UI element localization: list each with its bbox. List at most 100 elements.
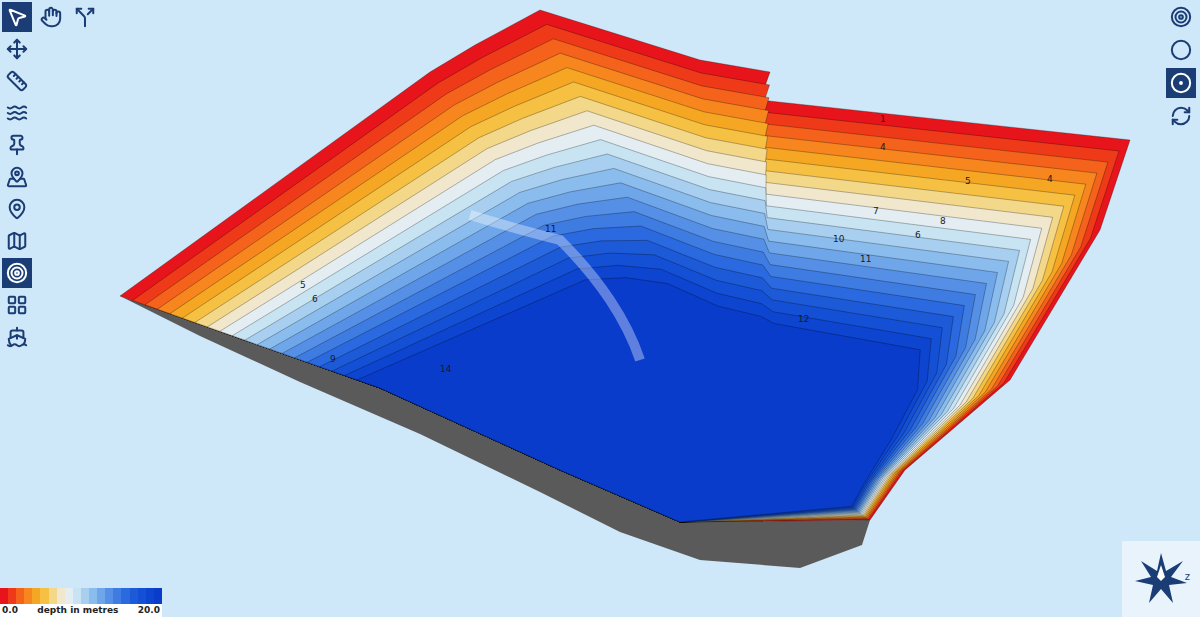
depth-band [170,68,1086,522]
contour-label: 7 [873,206,879,216]
contour-label: 6 [915,230,921,240]
legend-swatch [81,588,89,604]
contour-label: 8 [940,216,946,226]
tool-button[interactable] [2,162,32,192]
bathymetry-viewer: 145478610115691412110.0depth in metres20… [0,0,1200,617]
rings-filled-icon [1170,72,1192,94]
contours-icon [6,262,28,284]
scale-icon [6,70,28,92]
water-icon [6,102,28,124]
contour-label: 1 [880,114,886,124]
side-toolbar [2,34,32,352]
tool-button[interactable] [2,290,32,320]
tool-button[interactable] [1166,68,1196,98]
pan-icon [40,6,62,28]
legend-swatch [8,588,16,604]
depth-band [157,53,1097,522]
legend-swatch [121,588,129,604]
legend-bar [0,588,162,604]
probe-icon [74,6,96,28]
tool-button[interactable] [2,98,32,128]
legend-swatch [89,588,97,604]
legend-max: 20.0 [138,605,160,616]
tool-button[interactable] [2,194,32,224]
legend-swatch [97,588,105,604]
legend-swatch [65,588,73,604]
contour-label: 11 [860,254,871,264]
depth-band [282,197,986,522]
outline-icon [6,230,28,252]
depth-band [145,39,1108,522]
depth-band [320,240,954,522]
depth-band [307,226,964,522]
legend-swatch [24,588,32,604]
depth-band [232,140,1030,522]
tool-button[interactable] [1166,2,1196,32]
tool-button[interactable] [2,258,32,288]
compass-star-icon [1133,551,1189,607]
tool-button[interactable] [2,66,32,96]
legend-swatch [0,588,8,604]
tool-button[interactable] [2,130,32,160]
tool-button[interactable] [1166,35,1196,65]
tool-button[interactable] [2,226,32,256]
depth-band [345,265,932,522]
depth-surface[interactable]: 14547861011569141211 [0,0,1200,617]
export-icon [6,326,28,348]
contour-label: 5 [300,280,306,290]
legend-swatch [73,588,81,604]
legend-swatch [154,588,162,604]
legend-min: 0.0 [2,605,18,616]
depth-band [207,111,1052,522]
legend-swatch [105,588,113,604]
legend-swatch [32,588,40,604]
contour-label: 10 [833,234,845,244]
legend-swatch [57,588,65,604]
depth-band [245,154,1020,522]
legend-swatch [138,588,146,604]
depth-band [120,10,1130,522]
shading-icon [6,294,28,316]
legend-swatch [113,588,121,604]
tool-button[interactable] [2,322,32,352]
depth-band [195,96,1064,522]
depth-band [357,278,920,522]
depth-band [295,212,976,522]
legend-swatch [146,588,154,604]
depth-legend: 0.0 depth in metres 20.0 [0,588,162,617]
ridge-highlight [470,215,640,360]
contour-label: 9 [330,354,336,364]
contour-label: 12 [798,314,809,324]
legend-swatch [130,588,138,604]
tool-button[interactable] [2,34,32,64]
move-icon [6,38,28,60]
view-toolbar [1166,2,1196,131]
tool-button[interactable] [36,2,66,32]
rotate-icon [1170,105,1192,127]
pin-lock-icon [6,134,28,156]
legend-labels: 0.0 depth in metres 20.0 [0,604,162,617]
pin-pair-icon [6,166,28,188]
depth-band [133,24,1120,522]
tool-button[interactable] [1166,101,1196,131]
depth-band [270,183,998,522]
select-icon [6,6,28,28]
depth-band [332,253,942,522]
pin-icon [6,198,28,220]
rings-bold-icon [1170,6,1192,28]
contour-label: 5 [965,176,971,186]
legend-title: depth in metres [37,605,118,616]
contour-label: 4 [880,142,886,152]
rings-thin-icon [1170,39,1192,61]
contour-label: 11 [545,224,556,234]
tool-button[interactable] [2,2,32,32]
depth-band [182,82,1074,522]
legend-swatch [49,588,57,604]
legend-swatch [16,588,24,604]
depth-band [257,168,1008,522]
contour-label: 14 [440,364,452,374]
depth-band [220,125,1042,522]
compass[interactable]: z [1122,541,1200,617]
contour-label: 6 [312,294,318,304]
tool-button[interactable] [70,2,100,32]
